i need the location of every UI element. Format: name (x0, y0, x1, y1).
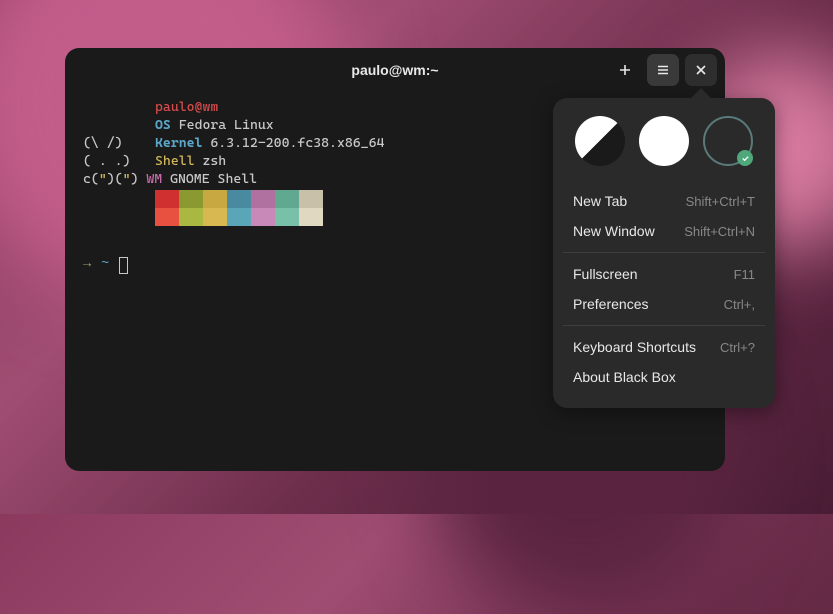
wm-value: GNOME Shell (170, 171, 257, 187)
palette-swatch (299, 208, 323, 226)
menu-label: New Tab (573, 193, 627, 209)
hamburger-icon (656, 63, 670, 77)
menu-accel: Shift+Ctrl+N (684, 224, 755, 239)
menu-item-fullscreen[interactable]: Fullscreen F11 (563, 259, 765, 289)
os-label: OS (155, 117, 171, 133)
prompt-cwd: ~ (101, 256, 109, 274)
palette-swatch (251, 190, 275, 208)
palette-swatch (203, 190, 227, 208)
palette-swatch (227, 190, 251, 208)
window-title: paulo@wm:~ (351, 62, 438, 78)
menu-accel: Ctrl+, (724, 297, 755, 312)
theme-option-light[interactable] (639, 116, 689, 166)
menu-item-new-tab[interactable]: New Tab Shift+Ctrl+T (563, 186, 765, 216)
shell-value: zsh (202, 153, 226, 169)
menu-label: Fullscreen (573, 266, 638, 282)
menu-label: New Window (573, 223, 655, 239)
palette-swatch (179, 190, 203, 208)
palette-swatch (251, 208, 275, 226)
shell-label: Shell (155, 153, 195, 169)
text-cursor (119, 257, 128, 274)
terminal-window: paulo@wm:~ paulo@wm OS Fedora Linux (\ /… (65, 48, 725, 471)
theme-option-dark[interactable] (703, 116, 753, 166)
user-host: paulo@wm (155, 99, 218, 115)
palette-swatch (203, 208, 227, 226)
menu-item-keyboard-shortcuts[interactable]: Keyboard Shortcuts Ctrl+? (563, 332, 765, 362)
menu-section: Keyboard Shortcuts Ctrl+? About Black Box (563, 325, 765, 398)
palette-swatch (179, 208, 203, 226)
menu-item-about-black-box[interactable]: About Black Box (563, 362, 765, 392)
wm-label: WM (146, 171, 162, 187)
kernel-value: 6.3.12-200.fc38.x86_64 (210, 135, 384, 151)
palette-swatch (275, 208, 299, 226)
titlebar: paulo@wm:~ (65, 48, 725, 92)
menu-item-preferences[interactable]: Preferences Ctrl+, (563, 289, 765, 319)
theme-option-follow-system[interactable] (575, 116, 625, 166)
palette-swatch (155, 208, 179, 226)
check-icon (737, 150, 753, 166)
close-button[interactable] (685, 54, 717, 86)
prompt-arrow: → (83, 256, 91, 274)
theme-switcher (563, 108, 765, 180)
main-menu-popover: New Tab Shift+Ctrl+T New Window Shift+Ctrl+… (553, 98, 775, 408)
menu-section: New Tab Shift+Ctrl+T New Window Shift+Ctrl+… (563, 180, 765, 252)
menu-button[interactable] (647, 54, 679, 86)
new-tab-button[interactable] (609, 54, 641, 86)
menu-section: Fullscreen F11 Preferences Ctrl+, (563, 252, 765, 325)
palette-swatch (275, 190, 299, 208)
os-value: Fedora Linux (179, 117, 274, 133)
plus-icon (618, 63, 632, 77)
palette-swatch (227, 208, 251, 226)
kernel-label: Kernel (155, 135, 202, 151)
close-icon (694, 63, 708, 77)
menu-accel: Ctrl+? (720, 340, 755, 355)
menu-accel: F11 (734, 267, 755, 282)
palette-swatch (155, 190, 179, 208)
menu-label: Preferences (573, 296, 648, 312)
menu-label: Keyboard Shortcuts (573, 339, 696, 355)
menu-item-new-window[interactable]: New Window Shift+Ctrl+N (563, 216, 765, 246)
menu-label: About Black Box (573, 369, 676, 385)
palette-swatch (299, 190, 323, 208)
menu-accel: Shift+Ctrl+T (686, 194, 755, 209)
